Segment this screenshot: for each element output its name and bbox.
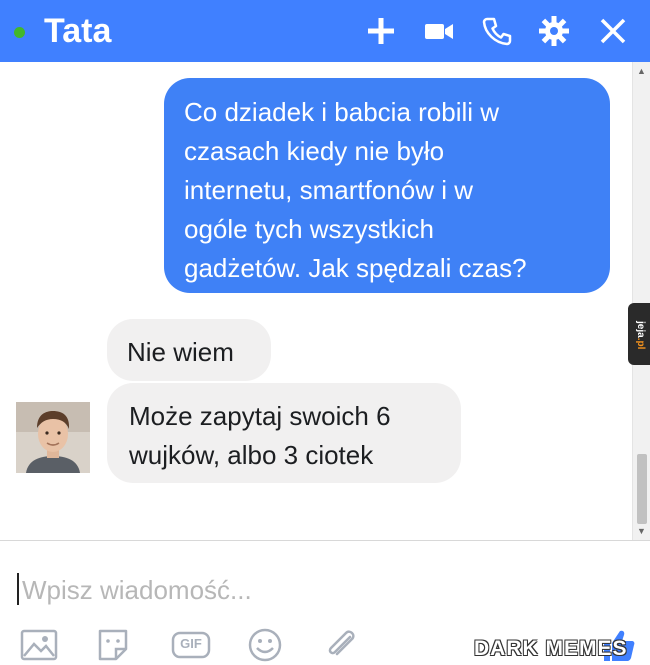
avatar[interactable] [16,402,90,473]
gif-icon[interactable]: GIF [170,625,212,665]
jeja-side-tab[interactable]: jeja.pl [628,303,650,365]
scroll-down-icon[interactable]: ▼ [637,526,646,536]
incoming-message: Nie wiem [107,319,271,381]
close-icon[interactable] [596,14,630,48]
message-input[interactable] [20,568,604,612]
phone-icon[interactable] [480,14,514,48]
sticker-icon[interactable] [92,625,134,665]
message-line: ogóle tych wszystkich [184,214,434,244]
online-status-dot [14,27,25,38]
message-line: czasach kiedy nie było [184,136,445,166]
message-line: Może zapytaj swoich 6 [129,401,391,431]
message-line: internetu, smartfonów i w [184,175,474,205]
scroll-thumb[interactable] [637,454,647,524]
incoming-message: Może zapytaj swoich 6 wujków, albo 3 cio… [107,383,461,483]
outgoing-message: Co dziadek i babcia robili w czasach kie… [164,78,610,293]
jeja-tab-label: jeja.pl [635,321,646,350]
watermark: DARK MEMES [474,637,628,660]
gear-icon[interactable] [537,14,571,48]
scroll-up-icon[interactable]: ▲ [637,66,646,76]
message-line: Co dziadek i babcia robili w [184,97,500,127]
emoji-icon[interactable] [244,625,286,665]
message-line: Nie wiem [127,337,234,367]
text-caret [17,573,19,605]
message-line: wujków, albo 3 ciotek [129,440,374,470]
video-camera-icon[interactable] [422,14,456,48]
gif-label: GIF [180,636,202,651]
scrollbar[interactable]: ▲ ▼ [632,62,650,540]
attachment-icon[interactable] [320,625,362,665]
chat-header: Tata [0,0,650,62]
image-icon[interactable] [18,625,60,665]
contact-name[interactable]: Tata [44,10,111,52]
message-line: gadżetów. Jak spędzali czas? [184,253,527,283]
plus-icon[interactable] [364,14,398,48]
